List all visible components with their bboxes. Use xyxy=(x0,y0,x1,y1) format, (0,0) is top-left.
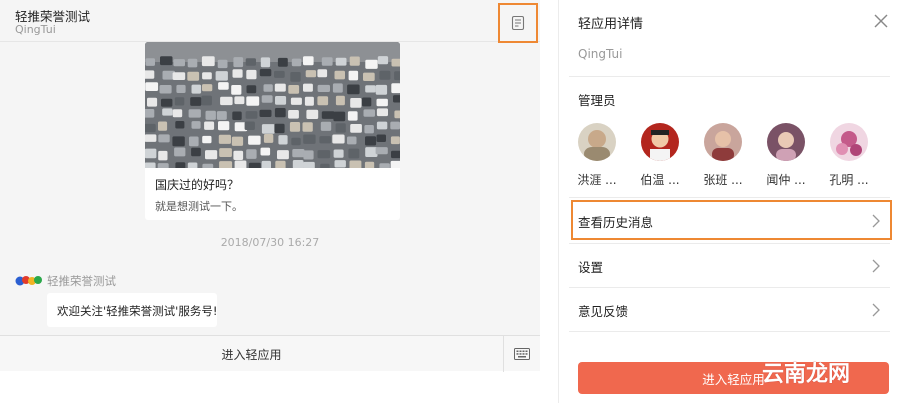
welcome-message: 欢迎关注'轻推荣誉测试'服务号! xyxy=(47,293,217,327)
divider xyxy=(569,197,890,198)
admin-name: 闻仲 ... xyxy=(766,173,806,187)
chevron-right-icon xyxy=(866,300,886,320)
detail-title: 轻应用详情 xyxy=(578,17,644,32)
divider xyxy=(569,76,890,77)
admin-name: 孔明 ... xyxy=(829,173,869,187)
enter-app-menu[interactable]: 进入轻应用 xyxy=(0,336,503,372)
admin-avatar xyxy=(578,123,616,161)
close-button[interactable] xyxy=(870,10,892,32)
chat-header: 轻推荣誉测试 QingTui xyxy=(0,0,540,42)
divider xyxy=(569,331,890,332)
sender-name: 轻推荣誉测试 xyxy=(47,274,116,288)
detail-subtitle: QingTui xyxy=(578,47,623,61)
admin-name: 伯温 ... xyxy=(640,173,680,187)
article-cover-image xyxy=(145,42,400,168)
admin-item[interactable]: 张班 ... xyxy=(698,123,748,188)
article-description: 就是想测试一下。 xyxy=(155,200,243,213)
menu-feedback[interactable]: 意见反馈 xyxy=(569,288,890,332)
admin-name: 洪涯 ... xyxy=(577,173,617,187)
sender-avatar xyxy=(15,272,43,288)
admin-name: 张班 ... xyxy=(703,173,743,187)
keyboard-toggle[interactable] xyxy=(503,336,540,372)
admin-avatar xyxy=(830,123,868,161)
chevron-right-icon xyxy=(866,256,886,276)
chat-subtitle: QingTui xyxy=(15,23,56,36)
message-timestamp: 2018/07/30 16:27 xyxy=(220,236,320,249)
admin-item[interactable]: 闻仲 ... xyxy=(761,123,811,188)
admin-avatar xyxy=(704,123,742,161)
admin-item[interactable]: 孔明 ... xyxy=(824,123,874,188)
admin-item[interactable]: 伯温 ... xyxy=(635,123,685,188)
admin-avatar xyxy=(767,123,805,161)
app-detail-panel: 轻应用详情 QingTui 管理员 洪涯 ... 伯温 ... 张班 ... 闻… xyxy=(558,0,899,403)
watermark: 云南龙网 xyxy=(762,361,851,387)
keyboard-icon xyxy=(514,348,530,360)
menu-label: 意见反馈 xyxy=(578,303,629,319)
admin-avatar xyxy=(641,123,679,161)
menu-settings[interactable]: 设置 xyxy=(569,244,890,288)
menu-label: 设置 xyxy=(578,259,604,275)
article-title: 国庆过的好吗？ xyxy=(155,178,240,192)
document-icon xyxy=(511,15,525,31)
article-card[interactable]: 国庆过的好吗？ 就是想测试一下。 xyxy=(145,42,400,220)
chat-panel: 轻推荣誉测试 QingTui 国庆过的好吗？ 就是想测试一下。 2018/07/… xyxy=(0,0,540,372)
chat-footer: 进入轻应用 xyxy=(0,335,540,372)
highlight-box xyxy=(571,200,892,240)
admin-item[interactable]: 洪涯 ... xyxy=(572,123,622,188)
app-detail-button[interactable] xyxy=(498,3,538,43)
close-icon xyxy=(874,14,888,28)
admins-label: 管理员 xyxy=(578,93,616,108)
